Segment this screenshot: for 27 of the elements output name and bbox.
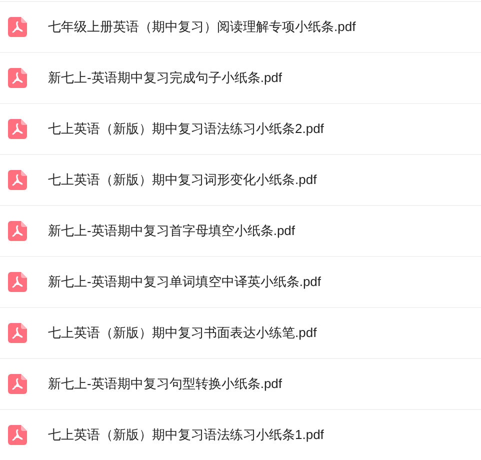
file-row[interactable]: 七上英语（新版）期中复习语法练习小纸条2.pdf (0, 104, 481, 155)
file-name: 七上英语（新版）期中复习语法练习小纸条2.pdf (48, 120, 324, 138)
file-name: 七上英语（新版）期中复习语法练习小纸条1.pdf (48, 426, 324, 444)
file-name: 新七上-英语期中复习句型转换小纸条.pdf (48, 375, 282, 394)
file-name: 新七上-英语期中复习单词填空中译英小纸条.pdf (48, 273, 322, 292)
pdf-file-icon (8, 170, 27, 190)
file-row[interactable]: 新七上-英语期中复习完成句子小纸条.pdf (0, 53, 481, 104)
file-name: 新七上-英语期中复习完成句子小纸条.pdf (48, 69, 282, 88)
file-name: 七上英语（新版）期中复习词形变化小纸条.pdf (48, 171, 317, 190)
pdf-file-icon (8, 323, 27, 343)
file-row[interactable]: 七年级上册英语（期中复习）阅读理解专项小纸条.pdf (0, 2, 481, 53)
pdf-file-icon (8, 374, 27, 394)
file-row[interactable]: 七上英语（新版）期中复习词形变化小纸条.pdf (0, 155, 481, 206)
file-row[interactable]: 新七上-英语期中复习首字母填空小纸条.pdf (0, 206, 481, 257)
pdf-file-icon (8, 221, 27, 241)
file-name: 七上英语（新版）期中复习书面表达小练笔.pdf (48, 324, 317, 342)
pdf-file-icon (8, 272, 27, 292)
pdf-file-icon (8, 425, 27, 445)
file-name: 七年级上册英语（期中复习）阅读理解专项小纸条.pdf (48, 18, 356, 36)
pdf-file-icon (8, 68, 27, 88)
file-row[interactable]: 新七上-英语期中复习单词填空中译英小纸条.pdf (0, 257, 481, 308)
file-name: 新七上-英语期中复习首字母填空小纸条.pdf (48, 222, 296, 240)
file-row[interactable]: 七上英语（新版）期中复习书面表达小练笔.pdf (0, 308, 481, 359)
file-row[interactable]: 新七上-英语期中复习句型转换小纸条.pdf (0, 359, 481, 410)
pdf-file-icon (8, 119, 27, 139)
pdf-file-icon (8, 17, 27, 37)
file-row[interactable]: 七上英语（新版）期中复习语法练习小纸条1.pdf (0, 410, 481, 460)
